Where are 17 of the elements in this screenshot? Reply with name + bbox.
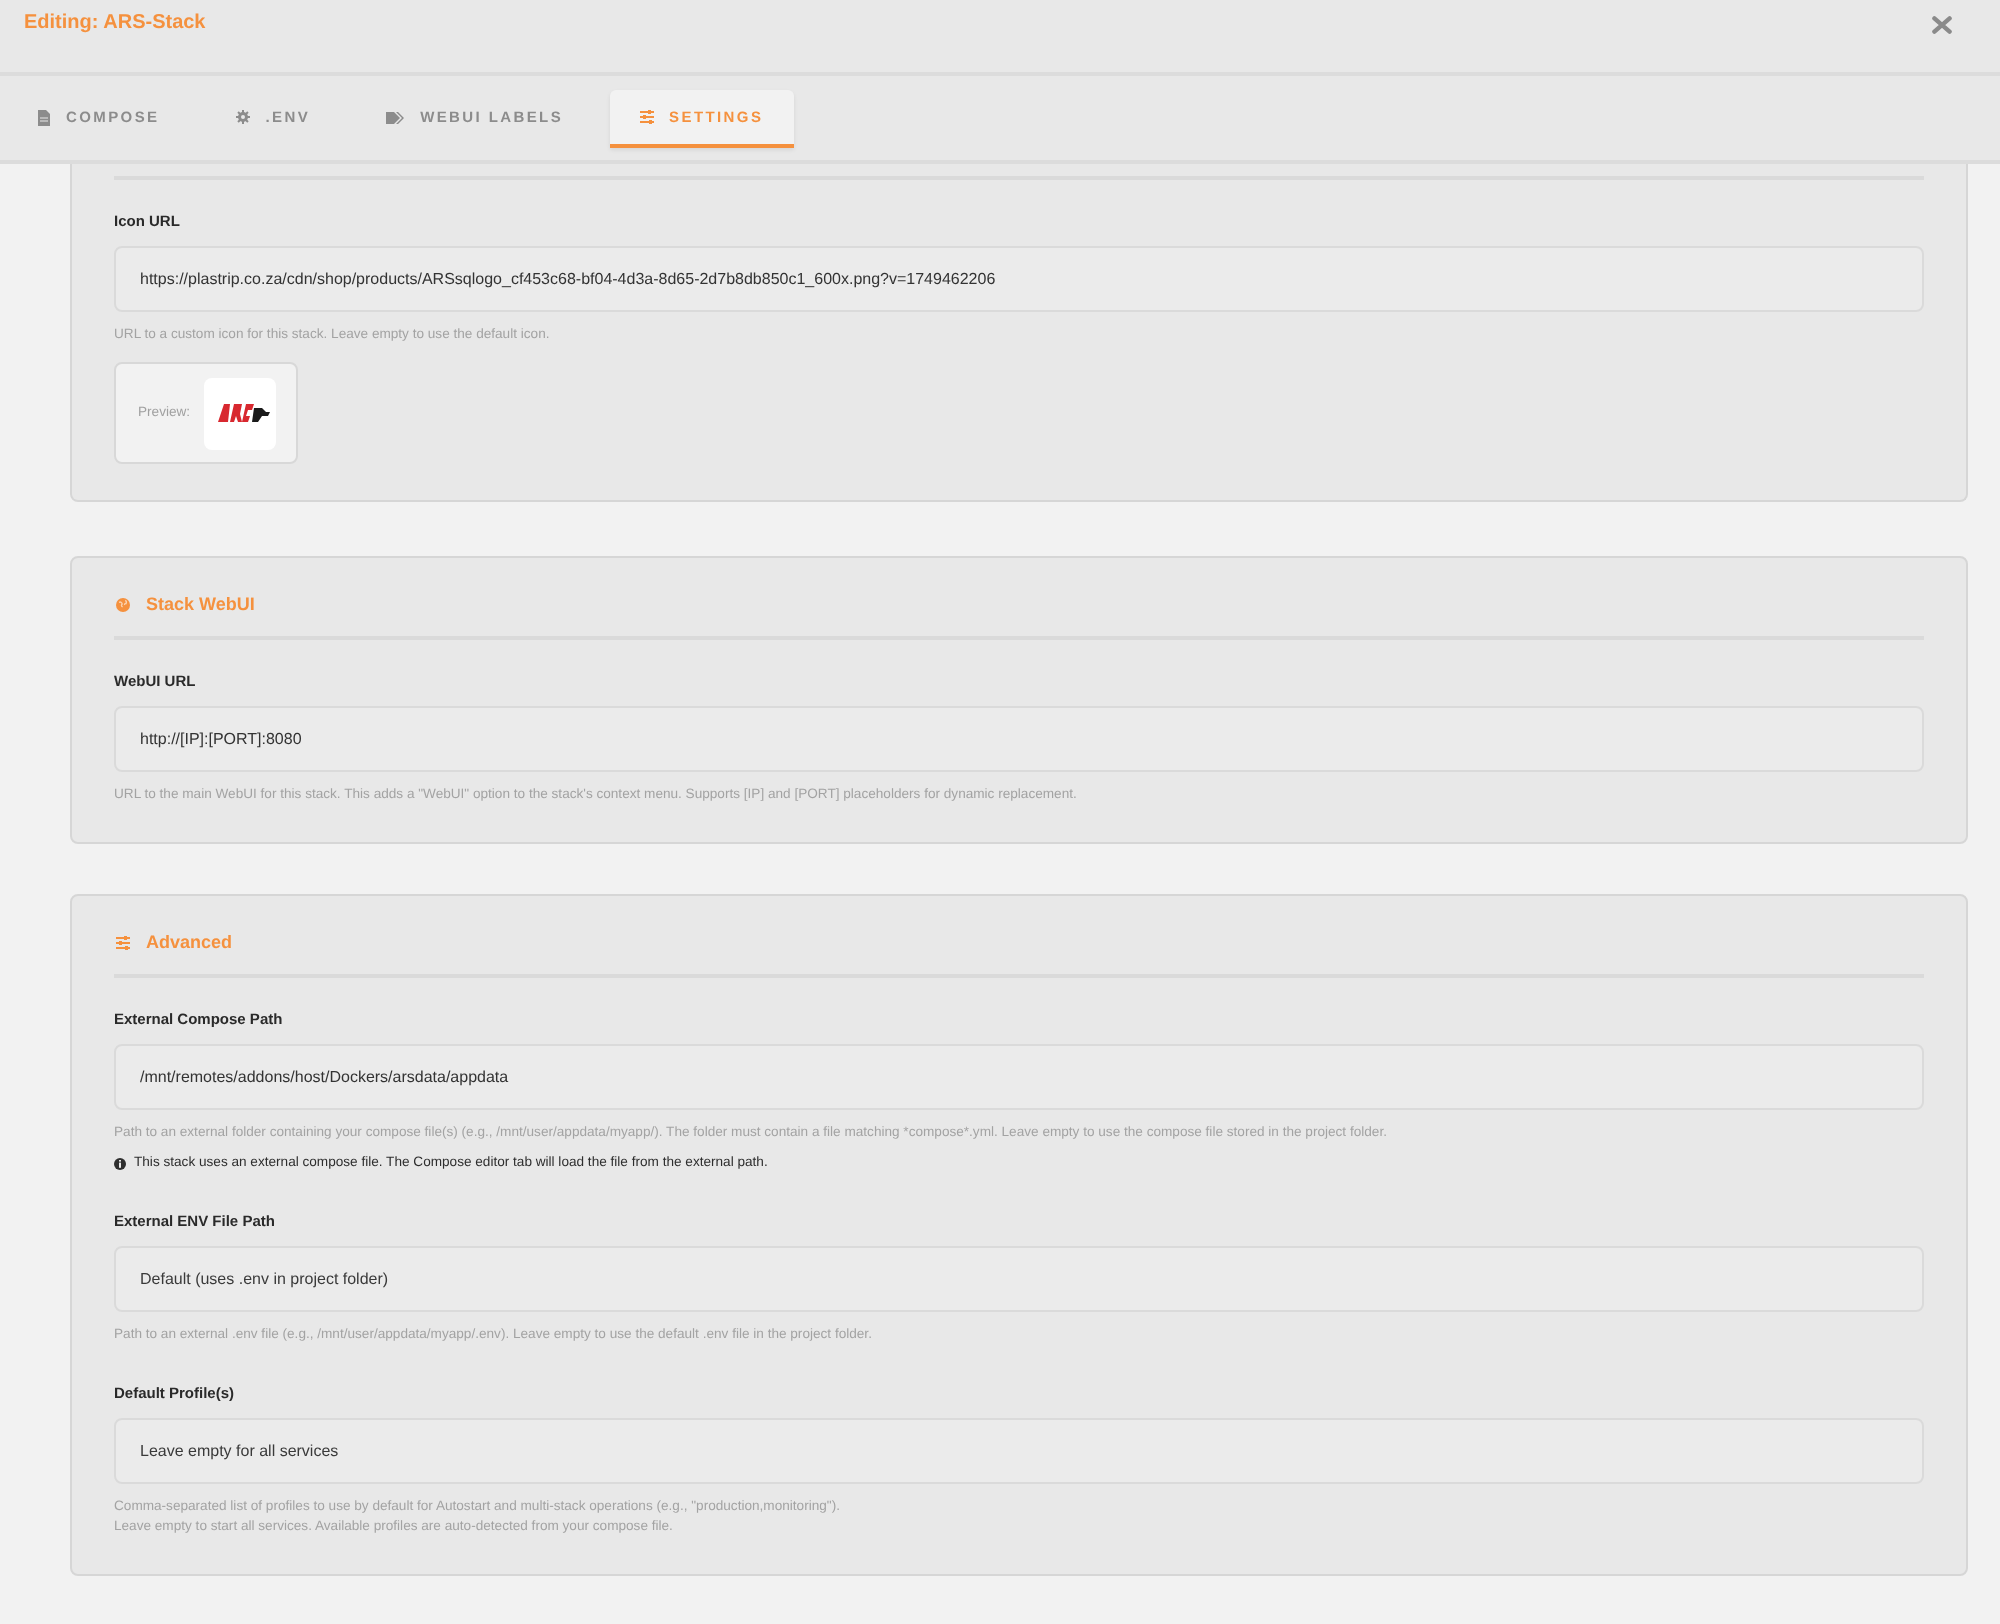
text-field[interactable]: /mnt/remotes/addons/host/Dockers/arsdata/appdata — [114, 1044, 1924, 1110]
section-title: Stack WebUI — [146, 592, 255, 616]
info-icon — [114, 1158, 126, 1170]
text-field[interactable]: Default (uses .env in project folder) — [114, 1246, 1924, 1312]
text-field[interactable]: http://[IP]:[PORT]:8080 — [114, 706, 1924, 772]
logo-image — [204, 377, 277, 449]
tags-icon — [386, 111, 405, 123]
section-title: Advanced — [146, 930, 233, 954]
window-title: Editing: ARS-Stack — [24, 12, 206, 36]
file-icon — [38, 109, 50, 125]
text-field[interactable]: https://plastrip.co.za/cdn/shop/products/ARSsqlogo_cf453c68-bf04-4d3a-8d65-2d7b8db850c1_600x.png?v=1749462206 — [114, 246, 1924, 312]
sliders-icon — [116, 935, 130, 949]
close-icon[interactable] — [1932, 16, 1952, 34]
text-field[interactable]: Leave empty for all services — [114, 1418, 1924, 1484]
gear-icon — [235, 110, 250, 124]
globe-icon — [116, 597, 130, 611]
sliders-icon — [639, 110, 654, 124]
